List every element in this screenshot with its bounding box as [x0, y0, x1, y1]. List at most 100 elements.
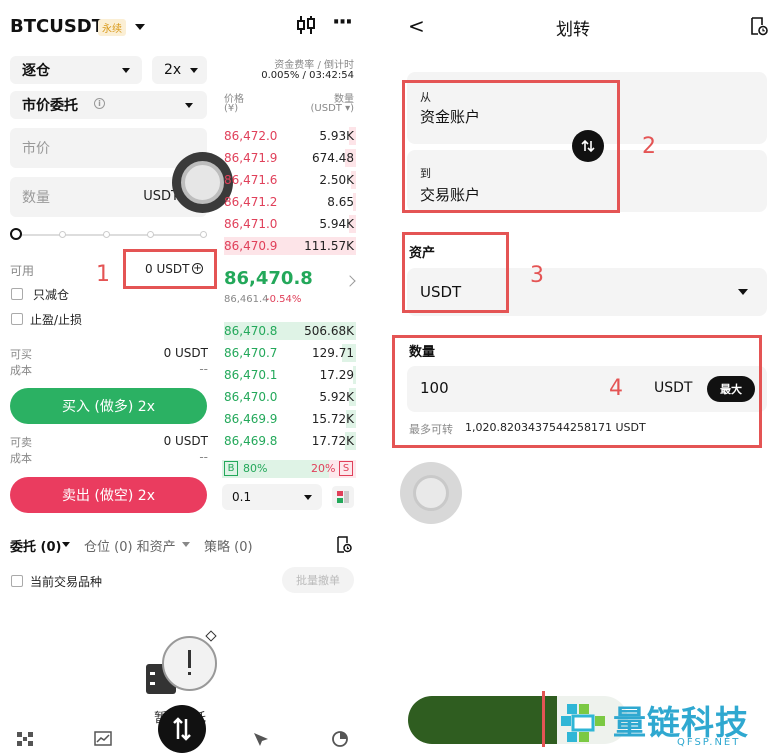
bid-quantity: 17.29	[319, 368, 354, 382]
annotation-box-1	[123, 249, 217, 289]
buy-ratio-value: 80%	[243, 462, 268, 475]
bid-price: 86,469.9	[224, 412, 278, 426]
floating-assistive-button[interactable]	[400, 462, 462, 524]
annotation-box-4	[392, 335, 762, 448]
watermark-logo	[557, 700, 609, 748]
symbol-title[interactable]: BTCUSDT	[10, 16, 104, 37]
price-input[interactable]: 市价	[10, 128, 207, 168]
orderbook-ask-row[interactable]: 86,471.6 2.50K	[220, 170, 356, 190]
margin-mode-select[interactable]: 逐仓	[10, 56, 142, 84]
current-symbol-label: 当前交易品种	[30, 575, 103, 589]
nav-trade-button[interactable]	[158, 705, 206, 753]
last-price: 86,470.8	[224, 268, 313, 289]
diamond-icon	[205, 630, 217, 642]
quantity-placeholder: 数量	[22, 190, 50, 206]
funding-value: 0.005% / 03:42:54	[261, 70, 354, 81]
leverage-label: 2x	[164, 62, 182, 78]
batch-cancel-label: 批量撤单	[296, 574, 340, 587]
nav-market-icon[interactable]	[16, 731, 34, 747]
orderbook-ask-row[interactable]: 86,471.9 674.48	[220, 148, 356, 168]
reduce-only-label: 只减仓	[33, 288, 70, 302]
chevron-right-icon[interactable]	[344, 275, 356, 287]
perpetual-badge: 永续	[98, 19, 126, 36]
funding-label: 资金费率 / 倒计时	[274, 60, 354, 71]
leverage-slider-track[interactable]	[16, 234, 207, 236]
orderbook-bid-row[interactable]: 86,470.1 17.29	[220, 365, 356, 385]
orderbook-ask-row[interactable]: 86,471.0 5.94K	[220, 214, 356, 234]
bid-quantity: 5.92K	[319, 390, 354, 404]
bid-price: 86,470.1	[224, 368, 278, 382]
bid-price: 86,470.8	[224, 324, 278, 338]
mark-price: 86,461.4	[224, 294, 269, 305]
tpsl-checkbox[interactable]	[11, 313, 23, 325]
bid-quantity: 15.72K	[311, 412, 354, 426]
slider-tick	[200, 231, 207, 238]
tpsl-label: 止盈/止损	[30, 313, 83, 327]
depth-value: 0.1	[232, 490, 252, 504]
ask-price: 86,471.0	[224, 217, 278, 231]
ask-price: 86,471.9	[224, 151, 278, 165]
tab-orders[interactable]: 委托 (0)	[10, 536, 61, 555]
nav-chart-icon[interactable]	[94, 731, 112, 747]
bid-quantity: 17.72K	[311, 434, 354, 448]
price-placeholder: 市价	[22, 141, 50, 157]
ask-price: 86,470.9	[224, 239, 278, 253]
chevron-down-icon	[62, 542, 70, 547]
symbol-dropdown-icon[interactable]	[135, 24, 145, 30]
annotation-number-2: 2	[642, 134, 656, 159]
orderbook-ask-row[interactable]: 86,470.9 111.57K	[220, 236, 356, 256]
buy-long-label: 买入 (做多) 2x	[61, 399, 156, 415]
swap-arrows-icon	[173, 717, 191, 741]
bid-price: 86,469.8	[224, 434, 278, 448]
nav-assets-icon[interactable]	[331, 731, 349, 747]
transfer-history-icon[interactable]	[750, 17, 768, 36]
orderbook-ask-row[interactable]: 86,471.2 8.65	[220, 192, 356, 212]
sell-cost-value: --	[199, 450, 208, 464]
orderbook-bid-row[interactable]: 86,470.7 129.71	[220, 343, 356, 363]
orderbook-bid-row[interactable]: 86,470.8 506.68K	[220, 321, 356, 341]
orderbook-qty-unit[interactable]: (USDT ▾)	[311, 103, 354, 114]
can-sell-value: 0 USDT	[163, 434, 208, 448]
chevron-down-icon	[182, 542, 190, 547]
order-type-label: 市价委托	[22, 98, 78, 114]
nav-discover-icon[interactable]	[252, 731, 270, 747]
buy-ratio-tag: B	[224, 461, 238, 476]
can-buy-value: 0 USDT	[163, 346, 208, 360]
chart-candle-icon[interactable]	[296, 14, 316, 36]
current-symbol-checkbox[interactable]	[11, 575, 23, 587]
can-sell-label: 可卖	[10, 436, 32, 449]
orderbook-ask-row[interactable]: 86,472.0 5.93K	[220, 126, 356, 146]
annotation-number-1: 1	[96, 262, 110, 287]
chevron-down-icon	[122, 68, 130, 73]
watermark: 量链科技 QFSP.NET	[557, 694, 773, 753]
sell-short-label: 卖出 (做空) 2x	[61, 488, 156, 504]
buy-long-button[interactable]: 买入 (做多) 2x	[10, 388, 207, 424]
order-type-select[interactable]: 市价委托 i	[10, 91, 207, 119]
reduce-only-checkbox[interactable]	[11, 288, 23, 300]
page-title: 划转	[556, 20, 590, 40]
slider-handle[interactable]	[10, 228, 22, 240]
more-icon[interactable]: ···	[332, 10, 353, 35]
sell-short-button[interactable]: 卖出 (做空) 2x	[10, 477, 207, 513]
ask-quantity: 674.48	[312, 151, 354, 165]
slider-tick	[59, 231, 66, 238]
tab-positions[interactable]: 仓位 (0) 和资产	[84, 536, 176, 555]
ask-price: 86,471.6	[224, 173, 278, 187]
orderbook-layout-icon[interactable]	[332, 486, 354, 508]
info-icon[interactable]: i	[94, 98, 105, 109]
bid-price: 86,470.0	[224, 390, 278, 404]
orderbook-bid-row[interactable]: 86,470.0 5.92K	[220, 387, 356, 407]
bid-price: 86,470.7	[224, 346, 278, 360]
order-history-icon[interactable]	[336, 536, 352, 553]
sell-ratio-tag: S	[339, 461, 353, 476]
orderbook-price-unit: (¥)	[224, 103, 239, 114]
tab-strategies[interactable]: 策略 (0)	[204, 536, 253, 555]
orderbook-bid-row[interactable]: 86,469.9 15.72K	[220, 409, 356, 429]
leverage-select[interactable]: 2x	[152, 56, 207, 84]
slider-tick	[147, 231, 154, 238]
available-label: 可用	[10, 264, 35, 278]
alert-icon	[162, 636, 217, 691]
depth-select[interactable]: 0.1	[222, 484, 322, 510]
orderbook-bid-row[interactable]: 86,469.8 17.72K	[220, 431, 356, 451]
batch-cancel-button[interactable]: 批量撤单	[282, 567, 354, 593]
